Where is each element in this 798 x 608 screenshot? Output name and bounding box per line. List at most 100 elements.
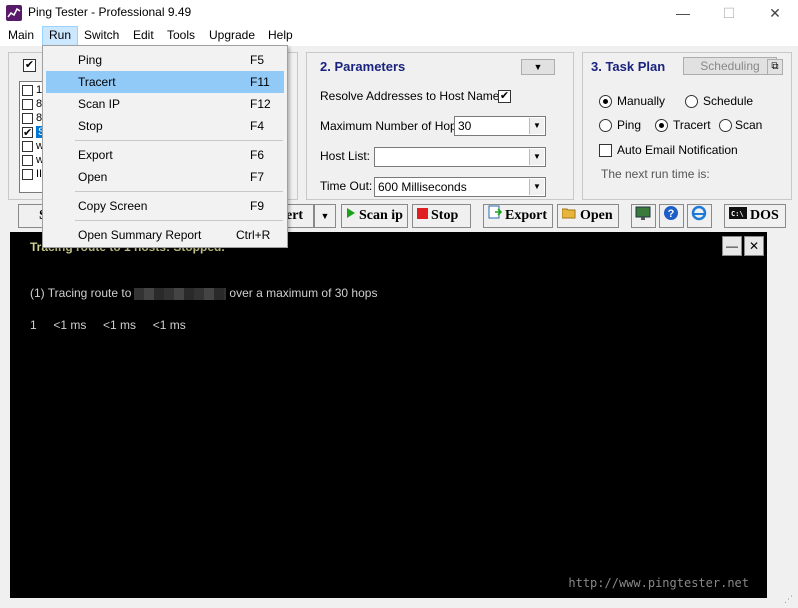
- parameters-title: 2. Parameters: [320, 59, 406, 74]
- console-minimize-button[interactable]: —: [722, 236, 742, 256]
- menu-bar: Main Run Switch Edit Tools Upgrade Help: [0, 26, 798, 46]
- svg-text:?: ?: [668, 208, 675, 220]
- hops-value: 30: [458, 119, 472, 133]
- resize-grip-icon[interactable]: ⋰: [784, 594, 796, 606]
- resolve-label: Resolve Addresses to Host Names:: [320, 89, 509, 103]
- auto-email-checkbox[interactable]: [599, 144, 612, 157]
- run-menu-copy-screen[interactable]: Copy Screen F9: [46, 195, 284, 217]
- app-logo-icon: [6, 5, 22, 21]
- output-console[interactable]: Tracing route to 1 hosts: Stopped. — ✕ (…: [10, 232, 767, 598]
- select-all-checkbox[interactable]: ✔: [23, 59, 36, 72]
- menu-separator: [75, 191, 283, 192]
- menu-upgrade[interactable]: Upgrade: [203, 26, 261, 46]
- vertical-scrollbar[interactable]: [772, 232, 790, 598]
- host-checkbox[interactable]: ✔: [22, 127, 33, 139]
- parameters-panel: 2. Parameters ▼ Resolve Addresses to Hos…: [306, 52, 574, 200]
- help-button[interactable]: ?: [659, 204, 684, 228]
- scan-label: Scan: [735, 118, 763, 132]
- redacted-host: [134, 287, 227, 300]
- menu-main[interactable]: Main: [2, 26, 40, 46]
- scan-ip-label: Scan ip: [359, 208, 403, 224]
- chevron-down-icon[interactable]: ▼: [529, 179, 544, 195]
- run-menu-scan-ip[interactable]: Scan IP F12: [46, 93, 284, 115]
- export-label: Export: [505, 208, 547, 224]
- trace-suffix: over a maximum of 30 hops: [229, 286, 378, 300]
- host-checkbox[interactable]: [22, 113, 33, 124]
- menu-edit[interactable]: Edit: [127, 26, 160, 46]
- host-list-label: Host List:: [320, 149, 371, 163]
- internet-explorer-icon: [691, 205, 707, 229]
- run-menu-tracert[interactable]: Tracert F11: [46, 71, 284, 93]
- console-icon: C:\: [729, 205, 747, 227]
- chevron-down-icon[interactable]: ▼: [529, 149, 544, 165]
- menu-run[interactable]: Run: [42, 26, 79, 46]
- resolve-checkbox[interactable]: ✔: [498, 90, 511, 103]
- export-icon: [488, 205, 503, 227]
- open-button[interactable]: Open: [557, 204, 619, 228]
- folder-icon: [561, 205, 577, 227]
- title-bar: Ping Tester - Professional 9.49 — ☐ ✕: [0, 0, 798, 26]
- timeout-value: 600 Milliseconds: [378, 180, 467, 194]
- close-button[interactable]: ✕: [752, 0, 798, 26]
- schedule-label: Schedule: [703, 94, 754, 108]
- screen-capture-button[interactable]: [631, 204, 656, 228]
- menu-tools[interactable]: Tools: [161, 26, 201, 46]
- stop-icon: [417, 205, 428, 227]
- menu-help[interactable]: Help: [262, 26, 299, 46]
- host-checkbox[interactable]: [22, 169, 33, 180]
- website-link[interactable]: http://www.pingtester.net: [568, 576, 749, 590]
- auto-email-label: Auto Email Notification: [617, 143, 738, 157]
- manually-radio[interactable]: [599, 95, 612, 108]
- parameters-expand-button[interactable]: ▼: [521, 59, 555, 75]
- popout-icon[interactable]: ⧉: [767, 59, 783, 75]
- dos-label: DOS: [750, 208, 779, 224]
- scan-ip-button[interactable]: Scan ip: [341, 204, 408, 228]
- stop-label: Stop: [431, 208, 459, 224]
- tracert-label: Tracert: [673, 118, 711, 132]
- help-icon: ?: [663, 205, 679, 229]
- chevron-down-icon[interactable]: ▼: [529, 118, 544, 134]
- host-checkbox[interactable]: [22, 155, 33, 166]
- trace-prefix: (1) Tracing route to: [30, 286, 132, 300]
- host-checkbox[interactable]: [22, 85, 33, 96]
- schedule-radio[interactable]: [685, 95, 698, 108]
- stop-button[interactable]: Stop: [412, 204, 471, 228]
- scan-radio[interactable]: [719, 119, 732, 132]
- trace-header-line: (1) Tracing route to over a maximum of 30…: [30, 286, 377, 300]
- timeout-label: Time Out:: [320, 179, 373, 193]
- ping-label: Ping: [617, 118, 642, 132]
- svg-text:C:\: C:\: [731, 210, 744, 218]
- run-menu-summary-report[interactable]: Open Summary Report Ctrl+R: [46, 224, 284, 246]
- host-list-select[interactable]: ▼: [374, 147, 546, 167]
- open-label: Open: [580, 208, 613, 224]
- tracert-radio[interactable]: [655, 119, 668, 132]
- hops-select[interactable]: 30 ▼: [454, 116, 546, 136]
- menu-separator: [75, 220, 283, 221]
- run-menu-open[interactable]: Open F7: [46, 166, 284, 188]
- task-plan-title: 3. Task Plan: [591, 59, 666, 74]
- console-close-button[interactable]: ✕: [744, 236, 764, 256]
- tracert-button[interactable]: ert: [286, 204, 314, 228]
- scheduling-button[interactable]: Scheduling: [683, 57, 777, 75]
- next-run-label: The next run time is:: [601, 167, 710, 181]
- minimize-button[interactable]: —: [660, 0, 706, 26]
- export-button[interactable]: Export: [483, 204, 553, 228]
- window-title: Ping Tester - Professional 9.49: [28, 5, 192, 19]
- run-menu-stop[interactable]: Stop F4: [46, 115, 284, 137]
- timeout-select[interactable]: 600 Milliseconds ▼: [374, 177, 546, 197]
- browser-button[interactable]: [687, 204, 712, 228]
- maximize-button[interactable]: ☐: [706, 0, 752, 26]
- manually-label: Manually: [617, 94, 666, 108]
- run-menu-ping[interactable]: Ping F5: [46, 49, 284, 71]
- tracert-dropdown-button[interactable]: ▼: [314, 204, 336, 228]
- task-plan-panel: 3. Task Plan Scheduling ⧉ Manually Sched…: [582, 52, 792, 200]
- hop-line: 1 <1 ms <1 ms <1 ms: [30, 318, 186, 332]
- host-checkbox[interactable]: [22, 141, 33, 152]
- ping-radio[interactable]: [599, 119, 612, 132]
- hops-label: Maximum Number of Hops:: [320, 119, 467, 133]
- monitor-icon: [635, 205, 651, 229]
- menu-switch[interactable]: Switch: [78, 26, 125, 46]
- dos-button[interactable]: C:\ DOS: [724, 204, 786, 228]
- run-menu-export[interactable]: Export F6: [46, 144, 284, 166]
- host-checkbox[interactable]: [22, 99, 33, 110]
